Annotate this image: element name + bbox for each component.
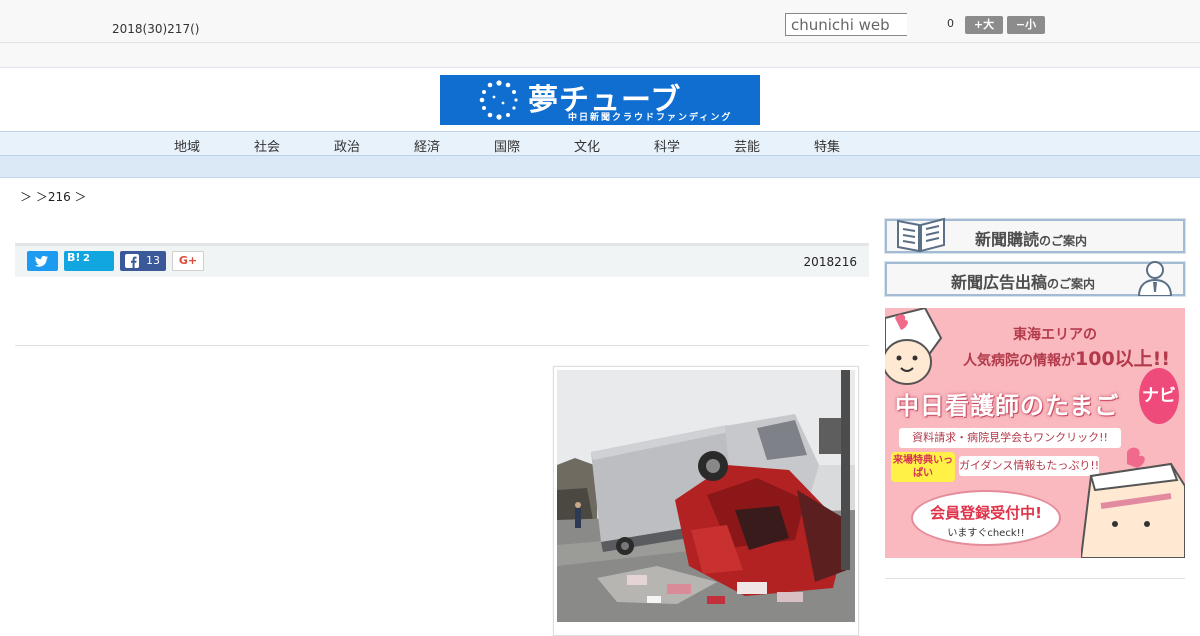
article-photo-frame[interactable] — [553, 366, 859, 636]
hatena-mark: B! — [67, 251, 81, 264]
share-bar: B! 2 13 G+ 2018216 — [15, 243, 869, 277]
sub-bar — [0, 43, 1200, 68]
twitter-bird-icon — [34, 255, 48, 267]
article-date: 2018216 — [803, 255, 857, 269]
nav-item-1[interactable]: 地域 — [167, 136, 207, 155]
nav-item-7[interactable]: 科学 — [647, 136, 687, 155]
site-search-input[interactable] — [785, 13, 907, 36]
ad-headline-line1: 東海エリアの — [1013, 327, 1097, 343]
logo-subtitle: 中日新聞クラウドファンディング — [568, 113, 733, 123]
nav-item-5[interactable]: 国際 — [487, 136, 527, 155]
nurse-recruitment-ad[interactable]: 東海エリアの 人気病院の情報が100以上!! 中日看護師のたまご ナビ 資料請求… — [885, 308, 1185, 558]
accident-scene-photo — [557, 370, 855, 622]
content-divider — [15, 345, 869, 346]
site-logo[interactable]: 夢チューブ 中日新聞クラウドファンディング — [440, 75, 760, 125]
font-size-smaller-button[interactable]: −小 — [1007, 16, 1045, 34]
nav-item-8[interactable]: 芸能 — [727, 136, 767, 155]
nurse-mascot-left-icon — [885, 308, 943, 385]
nav-item-2[interactable]: 社会 — [247, 136, 287, 155]
open-book-icon — [897, 217, 945, 253]
ad-navi-badge: ナビ — [1139, 368, 1179, 424]
ad-banner-text: 新聞広告出稿のご案内 — [951, 273, 1096, 292]
ad-headline-line2: 人気病院の情報が100以上!! — [963, 348, 1170, 370]
nav-item-4[interactable]: 経済 — [407, 136, 447, 155]
businessman-icon — [1137, 261, 1173, 296]
facebook-count: 13 — [146, 254, 160, 267]
facebook-icon — [125, 254, 139, 268]
nurse-mascot-right-icon — [1081, 447, 1185, 558]
sub-nav — [0, 156, 1200, 178]
subscription-banner-text: 新聞購読のご案内 — [975, 230, 1088, 249]
twitter-share-button[interactable] — [27, 251, 58, 271]
nav-item-9[interactable]: 特集 — [807, 136, 847, 155]
top-utility-bar: 2018(30)217() 0 +大 −小 — [0, 0, 1200, 43]
hatena-bookmark-button[interactable]: B! 2 — [64, 251, 114, 271]
ad-bullet-1: 資料請求・病院見学会もワンクリック!! — [899, 428, 1121, 448]
hatena-count: 2 — [83, 253, 90, 264]
ad-tag: 来場特典いっぱい — [891, 452, 955, 482]
google-plus-share-button[interactable]: G+ — [172, 251, 204, 271]
ad-title: 中日看護師のたまご — [895, 392, 1120, 420]
sidebar-divider — [885, 578, 1185, 579]
current-date: 2018(30)217() — [112, 22, 200, 36]
dots-logo-icon — [479, 80, 518, 120]
newspaper-ad-banner[interactable]: 新聞広告出稿のご案内 — [884, 261, 1186, 297]
global-nav: 地域 社会 政治 経済 国際 文化 科学 芸能 特集 — [0, 131, 1200, 156]
ad-cta: 会員登録受付中! — [930, 504, 1042, 522]
facebook-share-button[interactable]: 13 — [120, 251, 166, 271]
ad-cta-bubble: 会員登録受付中! いますぐcheck!! — [911, 490, 1061, 546]
counter-badge: 0 — [947, 17, 954, 30]
nav-item-6[interactable]: 文化 — [567, 136, 607, 155]
ad-bullet-2: ガイダンス情報もたっぷり!! — [959, 456, 1099, 476]
newspaper-subscription-banner[interactable]: 新聞購読のご案内 — [884, 217, 1186, 254]
font-size-larger-button[interactable]: +大 — [965, 16, 1003, 34]
nav-item-3[interactable]: 政治 — [327, 136, 367, 155]
breadcrumb[interactable]: ＞ ＞216 ＞ — [20, 188, 87, 205]
ad-cta-sub: いますぐcheck!! — [947, 528, 1025, 539]
